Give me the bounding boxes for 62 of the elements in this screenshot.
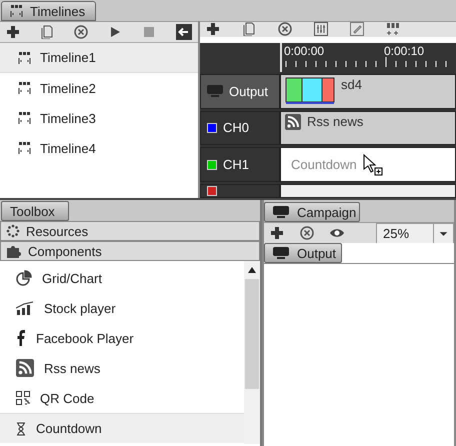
mixer-icon[interactable] (314, 22, 328, 36)
clip[interactable]: Rss news (280, 110, 456, 146)
track-header[interactable]: CH0 (200, 110, 280, 146)
horizontal-scrollbar[interactable] (280, 184, 456, 198)
timeline-icon (18, 112, 32, 124)
remove-icon[interactable] (278, 22, 292, 36)
add-icon[interactable] (270, 226, 284, 240)
timelines-tab[interactable]: Timelines (1, 1, 96, 21)
component-label: Rss news (44, 360, 100, 376)
clip[interactable]: sd4 (280, 74, 456, 109)
track-name: CH0 (223, 120, 250, 136)
f-letter-icon (16, 330, 26, 346)
hourglass-icon (16, 422, 26, 436)
accordion-header[interactable]: Resources (0, 221, 260, 241)
monitor-icon (273, 247, 289, 259)
track-name: CH1 (223, 157, 250, 172)
ruler-time-label: 0:00:10 (384, 44, 424, 58)
timeline-icon (10, 5, 24, 17)
timeline-icon (18, 82, 32, 94)
timeline-icon (18, 142, 32, 154)
rss-icon (285, 114, 301, 130)
monitor-icon (207, 85, 223, 98)
accordion-header[interactable]: Components (0, 241, 260, 261)
campaign-tab[interactable]: Campaign (264, 202, 360, 222)
pie-chart-icon (16, 270, 32, 286)
remove-icon[interactable] (74, 25, 88, 39)
copy-icon[interactable] (40, 25, 54, 39)
component-item[interactable]: Countdown (0, 413, 244, 443)
track-header[interactable]: CH1 (200, 147, 280, 182)
timeline-item[interactable]: Timeline1 (0, 43, 198, 73)
ruler-time-label: 0:00:00 (284, 44, 324, 58)
section-label: Resources (26, 224, 88, 238)
monitor-icon (273, 206, 289, 218)
qr-code-icon (16, 391, 30, 405)
component-label: Facebook Player (36, 330, 134, 346)
component-label: QR Code (40, 390, 94, 406)
section-label: Components (28, 244, 102, 258)
add-icon[interactable] (6, 25, 20, 39)
track-name: Output (229, 84, 268, 99)
edit-icon[interactable] (350, 22, 364, 36)
add-icon[interactable] (206, 22, 220, 36)
track-header[interactable]: Output (200, 74, 280, 109)
toolbox-tab[interactable]: Toolbox (1, 201, 69, 221)
zoom-select[interactable]: 25% (376, 222, 454, 244)
bar-chart-icon (16, 301, 34, 315)
remove-icon[interactable] (300, 226, 314, 240)
clip-label: Countdown (290, 157, 357, 172)
component-label: Countdown (36, 421, 102, 436)
drag-cursor-icon (363, 154, 383, 176)
timeline-icon (18, 52, 32, 64)
puzzle-icon (6, 244, 22, 258)
component-label: Stock player (44, 300, 116, 316)
rss-icon (16, 359, 34, 377)
clip-label: sd4 (341, 76, 362, 92)
copy-icon[interactable] (242, 22, 256, 36)
clip-label: Rss news (307, 114, 364, 129)
component-label: Grid/Chart (42, 270, 102, 286)
loading-spinner-icon (6, 224, 20, 238)
output-tab[interactable]: Output (264, 243, 342, 263)
play-icon[interactable] (108, 25, 122, 39)
clip-thumbnail-drawing (285, 76, 335, 105)
add-columns-icon[interactable] (386, 22, 400, 36)
